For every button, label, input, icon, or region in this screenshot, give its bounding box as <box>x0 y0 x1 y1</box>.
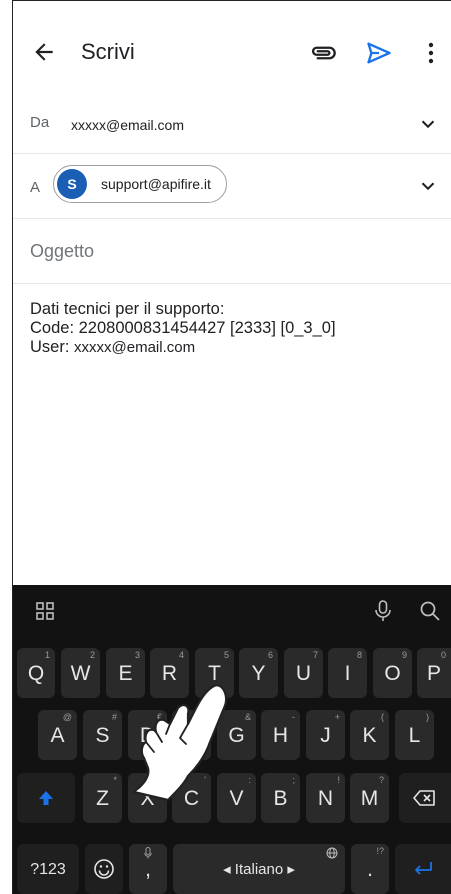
mic-small-icon <box>144 847 152 859</box>
symbols-key[interactable]: ?123 <box>17 844 79 894</box>
key-o[interactable]: 9O <box>373 648 412 698</box>
subject-placeholder: Oggetto <box>30 241 95 261</box>
recipient-address: support@apifire.it <box>101 176 211 192</box>
comma-key[interactable]: , <box>129 844 167 894</box>
send-icon[interactable] <box>365 39 393 67</box>
pointing-hand-icon <box>132 684 228 802</box>
emoji-icon <box>94 859 114 879</box>
shift-key[interactable] <box>17 773 75 823</box>
to-label: A <box>30 179 41 196</box>
chevron-down-icon[interactable] <box>417 113 439 135</box>
avatar: S <box>57 169 87 199</box>
key-a[interactable]: @ A <box>38 710 77 760</box>
body-user-email: xxxxx@email.com <box>74 339 196 356</box>
key-j[interactable]: + J <box>306 710 345 760</box>
emoji-key[interactable] <box>85 844 123 894</box>
compose-screen: Scrivi Da xxxxx@email.com A S support@ap… <box>13 1 451 585</box>
key-l[interactable]: ) L <box>395 710 434 760</box>
key-n[interactable]: ! N <box>306 773 345 823</box>
key-s[interactable]: # S <box>83 710 122 760</box>
chevron-down-icon[interactable] <box>417 175 439 197</box>
enter-key[interactable] <box>395 844 451 894</box>
key-m[interactable]: ? M <box>350 773 389 823</box>
microphone-icon[interactable] <box>373 599 393 623</box>
shift-arrow-icon <box>39 791 53 805</box>
backspace-key[interactable] <box>399 773 451 823</box>
arrow-left-icon[interactable] <box>31 39 57 65</box>
space-key[interactable]: ◂ Italiano ▸ <box>173 844 345 894</box>
from-address: xxxxx@email.com <box>71 117 185 133</box>
key-b[interactable]: ; B <box>261 773 300 823</box>
more-vert-icon[interactable] <box>421 39 441 67</box>
key-p[interactable]: 0P <box>417 648 451 698</box>
to-row[interactable]: A S support@apifire.it <box>13 154 451 219</box>
grid-icon[interactable] <box>35 601 55 621</box>
period-key[interactable]: !?. <box>351 844 389 894</box>
body-line: Dati tecnici per il supporto: <box>30 300 225 318</box>
subject-field[interactable]: Oggetto <box>13 219 451 284</box>
search-icon[interactable] <box>419 600 441 622</box>
key-q[interactable]: 1Q <box>17 648 55 698</box>
page-title: Scrivi <box>81 39 135 64</box>
recipient-chip[interactable]: S support@apifire.it <box>53 165 227 203</box>
key-k[interactable]: (K <box>350 710 389 760</box>
paperclip-icon[interactable] <box>309 39 337 67</box>
key-i[interactable]: 8I <box>328 648 367 698</box>
key-u[interactable]: 7U <box>284 648 323 698</box>
body-line: Code: 2208000831454427 [2333] [0_3_0] <box>30 319 336 337</box>
body-line-user: User: xxxxx@email.com <box>30 338 336 357</box>
globe-icon <box>326 847 338 859</box>
enter-icon <box>415 862 432 875</box>
message-body[interactable]: Dati tecnici per il supporto: Code: 2208… <box>30 300 336 357</box>
from-label: Da <box>30 114 50 131</box>
key-z[interactable]: * Z <box>83 773 122 823</box>
app-bar: Scrivi <box>13 1 451 97</box>
backspace-icon <box>413 790 435 806</box>
key-h[interactable]: -H <box>261 710 300 760</box>
from-row[interactable]: Da xxxxx@email.com <box>13 97 451 154</box>
key-w[interactable]: 2W <box>61 648 100 698</box>
body-user-prefix: User: <box>30 338 75 356</box>
key-y[interactable]: 6Y <box>239 648 278 698</box>
